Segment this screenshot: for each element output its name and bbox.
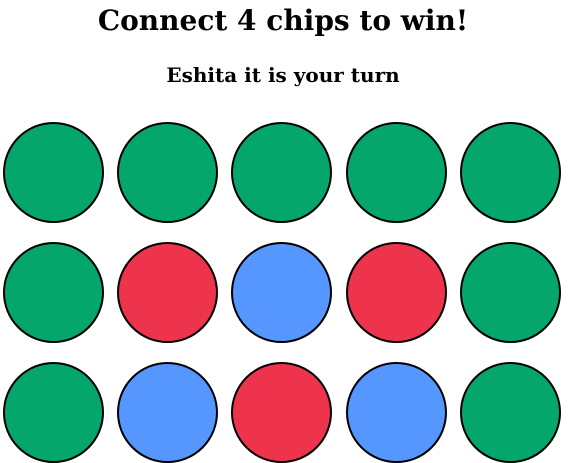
board-slot-empty[interactable]: [117, 122, 218, 223]
board-chip-blue[interactable]: [117, 362, 218, 463]
board-slot-empty[interactable]: [3, 242, 104, 343]
board-slot-empty[interactable]: [346, 122, 447, 223]
board-chip-blue[interactable]: [346, 362, 447, 463]
board-chip-red[interactable]: [346, 242, 447, 343]
board-slot-empty[interactable]: [231, 122, 332, 223]
page-title: Connect 4 chips to win!: [97, 4, 469, 37]
board-slot-empty[interactable]: [460, 362, 561, 463]
turn-indicator: Eshita it is your turn: [166, 63, 400, 87]
board-chip-red[interactable]: [231, 362, 332, 463]
board-chip-blue[interactable]: [231, 242, 332, 343]
board-slot-empty[interactable]: [3, 362, 104, 463]
board-chip-red[interactable]: [117, 242, 218, 343]
board-slot-empty[interactable]: [460, 122, 561, 223]
board-slot-empty[interactable]: [460, 242, 561, 343]
board-slot-empty[interactable]: [3, 122, 104, 223]
